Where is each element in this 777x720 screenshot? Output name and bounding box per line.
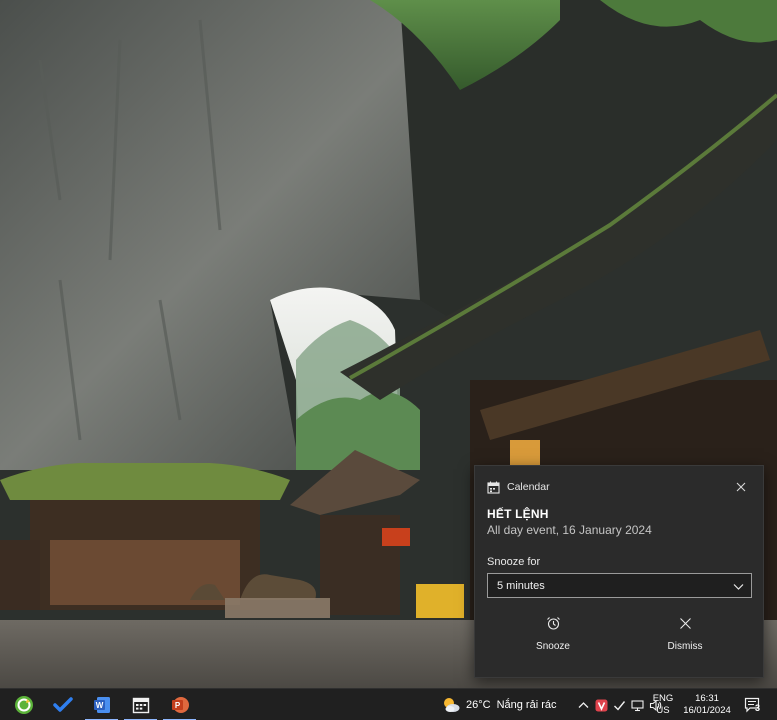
network-icon xyxy=(630,699,644,711)
taskbar: W P 26°C Nắng rải rác ENG US 16:31 16/01… xyxy=(0,688,777,720)
toast-header: Calendar xyxy=(487,479,751,495)
notification-center-button[interactable]: 3 xyxy=(740,691,768,719)
tray-vivaldi[interactable] xyxy=(592,694,610,716)
taskbar-app-calendar[interactable] xyxy=(121,689,160,720)
notification-count-badge: 3 xyxy=(755,703,761,713)
weather-temperature: 26°C xyxy=(466,699,491,711)
svg-text:W: W xyxy=(95,701,103,710)
snooze-button-label: Snooze xyxy=(536,641,570,652)
close-icon xyxy=(679,618,691,629)
calendar-icon xyxy=(487,481,500,494)
show-hidden-icons-button[interactable] xyxy=(574,694,592,716)
keyboard-region: US xyxy=(656,705,670,716)
alarm-clock-icon xyxy=(546,617,560,630)
green-circle-arrow-icon xyxy=(14,695,33,714)
taskbar-app-todo[interactable] xyxy=(43,689,82,720)
dismiss-button-label: Dismiss xyxy=(667,641,703,652)
partly-sunny-icon xyxy=(444,698,460,712)
snooze-selected-value: 5 minutes xyxy=(497,579,545,592)
weather-condition: Nắng rải rác xyxy=(496,699,557,711)
clock-date: 16/01/2024 xyxy=(683,705,731,716)
taskbar-app-powerpoint[interactable]: P xyxy=(160,689,199,720)
dismiss-button[interactable]: Dismiss xyxy=(620,616,750,664)
snooze-button[interactable]: Snooze xyxy=(488,616,618,664)
input-language-indicator[interactable]: ENG US xyxy=(650,692,676,718)
chevron-up-icon xyxy=(578,701,588,708)
clock-time: 16:31 xyxy=(695,693,719,704)
close-toast-button[interactable] xyxy=(731,477,751,497)
snooze-duration-select[interactable]: 5 minutes xyxy=(487,573,752,598)
toast-app-name: Calendar xyxy=(507,481,550,493)
snooze-label: Snooze for xyxy=(487,556,541,568)
calendar-icon xyxy=(132,697,149,713)
calendar-notification-toast[interactable]: Calendar HẾT LỆNH All day event, 16 Janu… xyxy=(474,465,764,678)
security-check-icon xyxy=(613,700,625,711)
taskbar-app-word[interactable]: W xyxy=(82,689,121,720)
event-details: All day event, 16 January 2024 xyxy=(487,523,652,537)
weather-widget[interactable]: 26°C Nắng rải rác xyxy=(441,689,557,720)
svg-text:P: P xyxy=(174,701,180,710)
chevron-down-icon xyxy=(733,584,744,590)
tray-network[interactable] xyxy=(628,694,646,716)
taskbar-app-recovery[interactable] xyxy=(4,689,43,720)
event-title: HẾT LỆNH xyxy=(487,507,549,521)
powerpoint-icon: P xyxy=(171,696,189,713)
taskbar-clock[interactable]: 16:31 16/01/2024 xyxy=(680,692,734,718)
tray-security[interactable] xyxy=(610,694,628,716)
word-icon: W xyxy=(93,696,110,713)
close-icon xyxy=(736,482,746,492)
vivaldi-icon xyxy=(595,699,607,711)
checkmark-icon xyxy=(52,696,73,712)
language-code: ENG xyxy=(652,693,674,704)
